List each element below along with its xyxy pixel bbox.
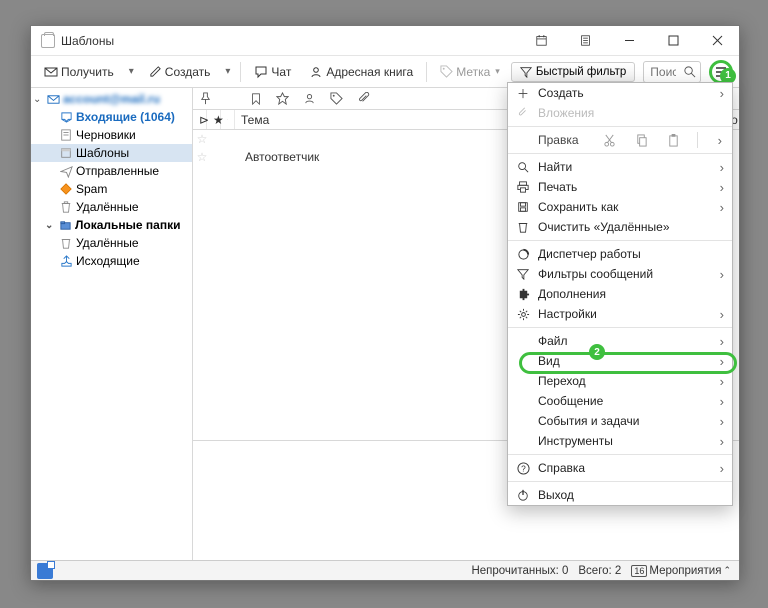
titlebar: Шаблоны — [31, 26, 739, 56]
col-thread[interactable]: ⊳ — [193, 110, 207, 129]
print-icon — [516, 180, 530, 194]
row-star-icon[interactable]: ☆ — [193, 132, 211, 146]
menu-settings[interactable]: Настройки› — [508, 304, 732, 324]
menu-create[interactable]: ＋Создать› — [508, 83, 732, 103]
status-events[interactable]: 16 Мероприятия ⌃ — [631, 565, 731, 577]
cut-icon[interactable] — [601, 131, 619, 149]
calendar-icon[interactable] — [519, 26, 563, 55]
trash-icon — [516, 220, 530, 234]
folder-tree: ⌄account@mail.ru Входящие (1064) Чернови… — [31, 88, 193, 560]
puzzle-icon — [516, 287, 530, 301]
tasks-icon[interactable] — [563, 26, 607, 55]
menu-activity[interactable]: Диспетчер работы — [508, 244, 732, 264]
menu-go[interactable]: Переход› — [508, 371, 732, 391]
get-dropdown[interactable]: ▾ — [125, 66, 138, 77]
gear-icon — [516, 307, 530, 321]
power-icon — [516, 488, 530, 502]
minimize-button[interactable] — [607, 26, 651, 55]
write-dropdown[interactable]: ▾ — [221, 66, 234, 77]
menu-msgfilters[interactable]: Фильтры сообщений› — [508, 264, 732, 284]
search-icon — [516, 160, 530, 174]
status-unread: Непрочитанных: 0 — [471, 565, 568, 577]
menu-addons[interactable]: Дополнения — [508, 284, 732, 304]
tree-localfolders[interactable]: ⌄Локальные папки — [31, 216, 192, 234]
col-attach[interactable] — [221, 110, 235, 129]
tree-inbox[interactable]: Входящие (1064) — [31, 108, 192, 126]
status-app-icon — [37, 563, 53, 579]
activity-icon — [516, 247, 530, 261]
templates-icon — [41, 34, 55, 48]
attachment-icon — [516, 106, 530, 120]
paste-icon[interactable] — [665, 131, 683, 149]
menu-events[interactable]: События и задачи› — [508, 411, 732, 431]
app-window: Шаблоны Получить ▾ Создать ▾ Чат Адресна… — [30, 25, 740, 581]
statusbar: Непрочитанных: 0 Всего: 2 16 Мероприятия… — [31, 560, 739, 580]
maximize-button[interactable] — [651, 26, 695, 55]
menu-emptytrash[interactable]: Очистить «Удалённые» — [508, 217, 732, 237]
col-star[interactable]: ★ — [207, 110, 221, 129]
annotation-2: 2 — [589, 344, 605, 360]
star-icon[interactable] — [276, 92, 289, 105]
menu-saveas[interactable]: Сохранить как› — [508, 197, 732, 217]
menu-attachments[interactable]: Вложения — [508, 103, 732, 123]
tree-outbox[interactable]: Исходящие — [31, 252, 192, 270]
tree-drafts[interactable]: Черновики — [31, 126, 192, 144]
window-title: Шаблоны — [61, 34, 114, 48]
tag-filter-icon[interactable] — [330, 92, 343, 105]
app-menu-button[interactable]: 1 — [709, 60, 733, 84]
menu-message[interactable]: Сообщение› — [508, 391, 732, 411]
search-bar — [643, 61, 701, 83]
tree-trash[interactable]: Удалённые — [31, 198, 192, 216]
get-mail-button[interactable]: Получить — [37, 61, 121, 83]
menu-edit: Правка › — [508, 130, 732, 150]
status-total: Всего: 2 — [578, 565, 621, 577]
filter-icon — [516, 267, 530, 281]
tree-spam[interactable]: Spam — [31, 180, 192, 198]
pin-icon[interactable] — [199, 92, 212, 105]
addressbook-button[interactable]: Адресная книга — [302, 61, 420, 83]
chat-button[interactable]: Чат — [247, 61, 298, 83]
attachment-icon[interactable] — [357, 92, 370, 105]
menu-quit[interactable]: Выход — [508, 485, 732, 505]
quickfilter-button[interactable]: Быстрый фильтр — [511, 62, 635, 82]
contact-icon[interactable] — [303, 92, 316, 105]
copy-icon[interactable] — [633, 131, 651, 149]
search-icon[interactable] — [683, 65, 696, 78]
bookmark-icon[interactable] — [250, 93, 262, 105]
menu-help[interactable]: ?Справка› — [508, 458, 732, 478]
help-icon: ? — [516, 461, 530, 475]
tree-templates[interactable]: Шаблоны — [31, 144, 192, 162]
menu-file[interactable]: Файл› — [508, 331, 732, 351]
menu-print[interactable]: Печать› — [508, 177, 732, 197]
plus-icon: ＋ — [516, 86, 530, 100]
tree-account[interactable]: ⌄account@mail.ru — [31, 90, 192, 108]
tree-sent[interactable]: Отправленные — [31, 162, 192, 180]
menu-find[interactable]: Найти› — [508, 157, 732, 177]
svg-text:?: ? — [521, 463, 526, 473]
write-button[interactable]: Создать — [142, 61, 218, 83]
tree-local-trash[interactable]: Удалённые — [31, 234, 192, 252]
menu-tools[interactable]: Инструменты› — [508, 431, 732, 451]
row-star-icon[interactable]: ☆ — [193, 150, 211, 164]
tag-button[interactable]: Метка▾ — [433, 61, 507, 83]
app-menu: ＋Создать› Вложения Правка › Найти› Печат… — [507, 82, 733, 506]
save-icon — [516, 200, 530, 214]
menu-view[interactable]: Вид› — [508, 351, 732, 371]
close-button[interactable] — [695, 26, 739, 55]
